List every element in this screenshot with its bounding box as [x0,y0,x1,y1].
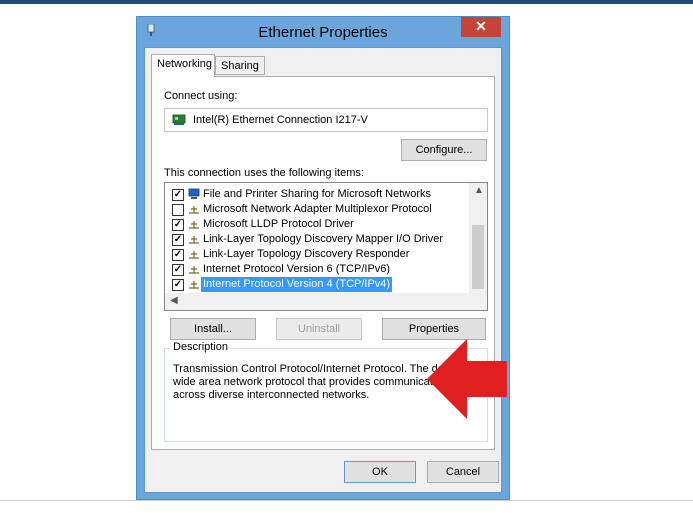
item-label: Microsoft LLDP Protocol Driver [203,218,354,230]
window-title: Ethernet Properties [258,24,388,41]
item-label: File and Printer Sharing for Microsoft N… [203,188,432,200]
title-bar[interactable]: Ethernet Properties ✕ [137,17,509,47]
install-button[interactable]: Install... [170,318,256,340]
item-label: Internet Protocol Version 4 (TCP/IPv4) [201,277,393,292]
item-label: Link-Layer Topology Discovery Mapper I/O… [203,233,444,245]
ok-button[interactable]: OK [344,461,416,483]
item-checkbox[interactable]: ✓ [172,189,184,201]
description-legend: Description [171,341,231,353]
network-computer-icon [188,188,200,199]
configure-button[interactable]: Configure... [401,139,487,161]
list-item[interactable]: ✓ Microsoft LLDP Protocol Driver [165,217,470,232]
protocol-icon [189,266,199,274]
item-label: Microsoft Network Adapter Multiplexor Pr… [203,203,432,215]
adapter-name: Intel(R) Ethernet Connection I217-V [193,114,368,126]
tab-networking[interactable]: Networking [151,54,215,77]
item-checkbox[interactable]: ✓ [172,249,184,261]
protocol-icon [189,251,199,259]
list-item[interactable]: Microsoft Network Adapter Multiplexor Pr… [165,202,470,217]
item-checkbox[interactable]: ✓ [172,234,184,246]
protocol-icon [189,206,199,214]
protocol-icon [189,221,199,229]
tab-sharing[interactable]: Sharing [215,56,265,75]
networking-panel: Connect using: Intel(R) Ethernet Connect… [151,76,507,450]
items-label: This connection uses the following items… [164,167,364,179]
protocol-icon [189,236,199,244]
adapter-field: Intel(R) Ethernet Connection I217-V [164,108,488,132]
uninstall-button[interactable]: Uninstall [276,318,362,340]
page-divider [0,500,693,501]
items-list[interactable]: ✓ File and Printer Sharing for Microsoft… [164,182,488,311]
item-label: Link-Layer Topology Discovery Responder [203,248,410,260]
horizontal-scrollbar[interactable]: ◀ [165,293,487,310]
item-label: Internet Protocol Version 6 (TCP/IPv6) [203,263,391,275]
scrollbar-thumb[interactable] [472,225,484,289]
connect-using-label: Connect using: [164,90,238,102]
top-accent-line [0,0,693,4]
vertical-scrollbar[interactable]: ▲ [469,183,487,293]
list-item[interactable]: ✓ File and Printer Sharing for Microsoft… [165,187,470,202]
list-item[interactable]: ✓ Link-Layer Topology Discovery Mapper I… [165,232,470,247]
item-checkbox[interactable]: ✓ [172,279,184,291]
scroll-left-icon[interactable]: ◀ [170,295,178,306]
scroll-up-icon[interactable]: ▲ [474,185,484,196]
network-card-icon [172,114,186,125]
list-item[interactable]: ✓ Link-Layer Topology Discovery Responde… [165,247,470,262]
cancel-button[interactable]: Cancel [427,461,499,483]
dialog-client-area: Networking Sharing Connect using: Intel(… [144,47,507,493]
list-item[interactable]: ✓ Internet Protocol Version 6 (TCP/IPv6) [165,262,470,277]
list-item-selected[interactable]: ✓ Internet Protocol Version 4 (TCP/IPv4) [165,277,470,292]
ethernet-properties-dialog: Ethernet Properties ✕ Networking Sharing… [136,16,510,500]
item-checkbox[interactable]: ✓ [172,264,184,276]
item-checkbox[interactable]: ✓ [172,219,184,231]
annotation-arrow-icon [427,339,507,419]
protocol-icon [189,281,199,289]
close-button[interactable]: ✕ [461,17,501,37]
item-checkbox[interactable] [172,204,184,216]
